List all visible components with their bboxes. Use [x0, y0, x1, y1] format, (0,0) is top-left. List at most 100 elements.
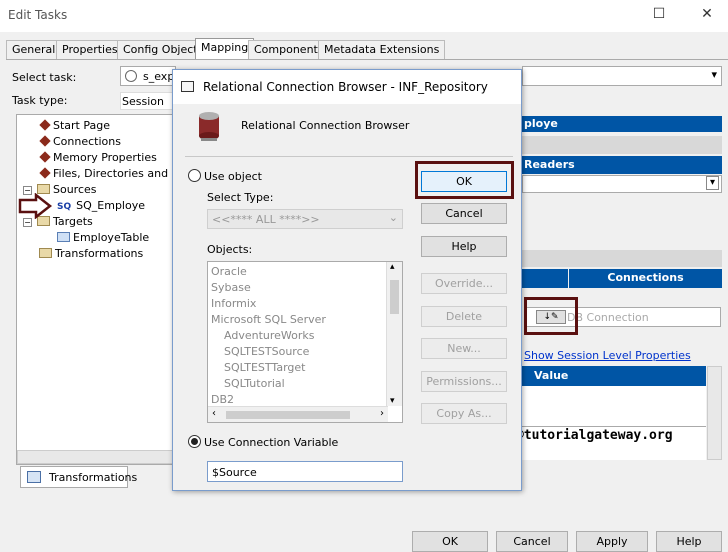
task-type-value: Session — [122, 95, 164, 108]
source-qualifier-icon: SQ — [57, 202, 72, 212]
list-item[interactable]: SQLTutorial — [211, 376, 326, 392]
tree-horizontal-scrollbar[interactable] — [17, 450, 187, 464]
select-type-dropdown[interactable]: <<**** ALL ****>> ⌄ — [207, 209, 403, 229]
tab-mapping[interactable]: Mapping — [195, 38, 255, 59]
dialog-cancel-button[interactable]: Cancel — [421, 203, 507, 224]
navigation-tree: Start Page Connections Memory Properties… — [16, 114, 188, 465]
dialog-delete-button[interactable]: Delete — [421, 306, 507, 327]
select-task-value: s_exp — [143, 70, 175, 83]
readers-dropdown[interactable]: ▾ — [522, 175, 722, 193]
use-object-radio[interactable] — [188, 169, 201, 182]
tree-item-label: Memory Properties — [53, 151, 157, 164]
select-type-label: Select Type: — [207, 191, 274, 204]
task-icon — [125, 70, 137, 82]
select-task-label: Select task: — [12, 71, 77, 84]
list-item[interactable]: SQLTESTTarget — [211, 360, 326, 376]
radio-selected-dot — [191, 438, 198, 445]
connection-browse-button[interactable]: ↓✎ — [536, 310, 566, 324]
table-icon — [57, 232, 70, 242]
objects-vertical-scrollbar[interactable]: ▴ ▾ — [386, 262, 402, 406]
value-header: Value — [522, 366, 706, 386]
tab-properties[interactable]: Properties — [56, 40, 124, 59]
readers-header: Readers — [522, 156, 722, 174]
page-icon — [39, 119, 51, 131]
footer-apply-button[interactable]: Apply — [576, 531, 648, 552]
scroll-thumb[interactable] — [226, 411, 350, 419]
footer-ok-button[interactable]: OK — [412, 531, 488, 552]
use-object-label: Use object — [204, 170, 262, 183]
select-task-field[interactable]: s_exp — [120, 66, 176, 86]
tree-item-label: Files, Directories and Co — [53, 167, 186, 180]
chevron-down-icon: ▾ — [711, 68, 717, 81]
use-connection-variable-radio[interactable] — [188, 435, 201, 448]
dialog-new-button[interactable]: New... — [421, 338, 507, 359]
tab-general[interactable]: General — [6, 40, 62, 59]
grid-line — [522, 426, 706, 427]
transformations-icon — [27, 471, 41, 483]
dialog-permissions-button[interactable]: Permissions... — [421, 371, 507, 392]
select-task-dropdown[interactable]: ▾ — [522, 66, 722, 86]
dialog-copy-as-button[interactable]: Copy As... — [421, 403, 507, 424]
task-type-field: Session — [120, 92, 176, 110]
connections-header: Connections — [569, 269, 722, 288]
tree-item-connections[interactable]: Connections — [39, 135, 121, 151]
list-item[interactable]: AdventureWorks — [211, 328, 326, 344]
dialog-override-button[interactable]: Override... — [421, 273, 507, 294]
show-session-properties-link[interactable]: Show Session Level Properties — [524, 349, 691, 362]
value-vertical-scrollbar[interactable] — [707, 366, 722, 460]
close-icon[interactable]: ✕ — [692, 6, 722, 26]
scroll-thumb[interactable] — [390, 280, 399, 314]
transformations-tab[interactable]: Transformations — [20, 466, 137, 488]
tree-item-label: Sources — [53, 183, 97, 196]
tree-item-transformations[interactable]: Transformations — [39, 247, 143, 263]
tree-item-files-directories[interactable]: Files, Directories and Co — [39, 167, 186, 183]
objects-horizontal-scrollbar[interactable]: ‹ › — [208, 406, 388, 422]
connections-header-label: Connections — [607, 271, 684, 284]
pencil-icon: ✎ — [551, 312, 559, 322]
connection-variable-input[interactable]: $Source — [207, 461, 403, 482]
scroll-left-icon[interactable]: ‹ — [212, 408, 216, 419]
watermark-text: ©tutorialgateway.org — [516, 428, 673, 443]
footer-cancel-button[interactable]: Cancel — [496, 531, 568, 552]
footer-help-button[interactable]: Help — [656, 531, 722, 552]
objects-list-items: Oracle Sybase Informix Microsoft SQL Ser… — [211, 264, 326, 408]
tree-item-start-page[interactable]: Start Page — [39, 119, 110, 135]
tree-item-label: Targets — [53, 215, 93, 228]
readers-label: Readers — [524, 158, 575, 171]
task-type-label: Task type: — [12, 94, 68, 107]
title-bar: Edit Tasks ☐ ✕ — [0, 0, 728, 32]
list-item[interactable]: SQLTESTSource — [211, 344, 326, 360]
dialog-help-button[interactable]: Help — [421, 236, 507, 257]
scroll-right-icon[interactable]: › — [380, 408, 384, 419]
dialog-divider — [185, 156, 513, 157]
pointer-arrow-icon — [18, 193, 53, 219]
ok-button-highlight — [415, 161, 514, 199]
objects-list[interactable]: Oracle Sybase Informix Microsoft SQL Ser… — [207, 261, 403, 423]
list-item[interactable]: Microsoft SQL Server — [211, 312, 326, 328]
dialog-app-icon — [181, 81, 194, 92]
tree-item-sq-employe[interactable]: SQ SQ_Employe — [57, 199, 145, 215]
tab-config-object[interactable]: Config Object — [117, 40, 204, 59]
tree-item-memory-properties[interactable]: Memory Properties — [39, 151, 157, 167]
properties-band — [522, 136, 722, 154]
list-item[interactable]: Oracle — [211, 264, 326, 280]
arrow-down-icon: ↓ — [543, 312, 551, 322]
list-item[interactable]: Sybase — [211, 280, 326, 296]
objects-label: Objects: — [207, 243, 253, 256]
list-item[interactable]: Informix — [211, 296, 326, 312]
scroll-down-icon[interactable]: ▾ — [390, 396, 395, 406]
maximize-icon[interactable]: ☐ — [644, 6, 674, 26]
tree-item-employetable[interactable]: EmployeTable — [57, 231, 149, 247]
page-icon — [39, 151, 51, 163]
db-connection-placeholder: DB Connection — [567, 311, 649, 324]
connection-variable-value: $Source — [212, 466, 257, 479]
tab-metadata-extensions[interactable]: Metadata Extensions — [318, 40, 446, 59]
scroll-up-icon[interactable]: ▴ — [390, 262, 395, 272]
selected-item-header-text: ploye — [524, 117, 558, 130]
connections-type-header — [522, 269, 568, 288]
tree-item-label: Connections — [53, 135, 121, 148]
collapse-icon[interactable]: − — [23, 218, 32, 227]
tree-item-label: EmployeTable — [73, 231, 150, 244]
transformations-tab-label: Transformations — [49, 471, 138, 484]
page-icon — [39, 135, 51, 147]
